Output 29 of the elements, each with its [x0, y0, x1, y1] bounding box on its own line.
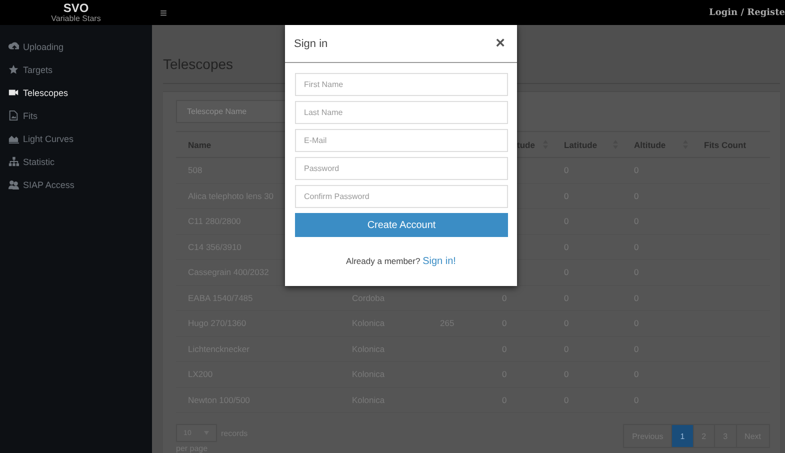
input-field[interactable]: E-Mail — [295, 129, 508, 152]
area-chart-icon — [8, 133, 19, 144]
login-link[interactable]: Login / Registe — [708, 8, 785, 18]
people-icon — [8, 179, 19, 190]
create-account-button[interactable]: Create Account — [295, 213, 508, 237]
input-field[interactable]: Password — [295, 157, 508, 180]
hierarchy-icon — [8, 156, 19, 167]
sign-in-link[interactable]: Sign in! — [422, 256, 456, 267]
sidebar-item[interactable]: Statistic — [0, 150, 152, 173]
video-camera-icon — [8, 87, 19, 98]
close-button[interactable]: × — [496, 34, 505, 52]
sidebar-item[interactable]: Targets — [0, 58, 152, 81]
input-field[interactable]: Confirm Password — [295, 185, 508, 208]
brand-subtitle: Variable Stars — [51, 14, 101, 24]
sidebar-item[interactable]: SIAP Access — [0, 173, 152, 196]
sidebar-item[interactable]: Light Curves — [0, 127, 152, 150]
dialog-title: Sign in — [294, 38, 328, 50]
cloud-upload-icon — [8, 41, 19, 52]
brand-title: SVO — [63, 2, 89, 14]
page-button[interactable]: 1 — [671, 425, 693, 447]
menu-button[interactable]: ≡ — [160, 6, 168, 20]
member-prompt: Already a member? Sign in! — [345, 256, 457, 267]
input-field[interactable]: Last Name — [295, 101, 508, 124]
star-icon — [8, 64, 19, 75]
sidebar-item[interactable]: Telescopes — [0, 81, 152, 104]
sidebar-item[interactable]: Fits — [0, 104, 152, 127]
sidebar-item[interactable]: Uploading — [0, 35, 152, 58]
image-file-icon — [8, 110, 19, 121]
input-field[interactable]: First Name — [295, 73, 508, 96]
